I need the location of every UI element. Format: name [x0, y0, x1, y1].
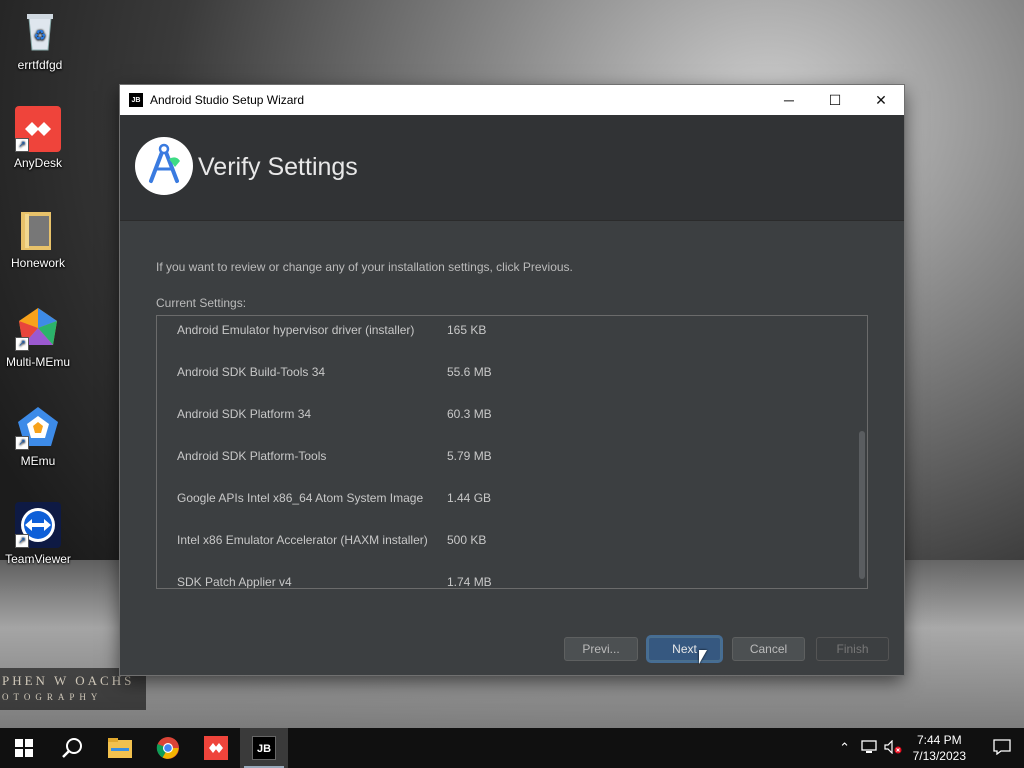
jetbrains-icon: JB — [129, 93, 143, 107]
svg-text:♻: ♻ — [34, 28, 47, 44]
minimize-button[interactable]: ─ — [766, 85, 812, 115]
shortcut-arrow-icon: ↗ — [15, 534, 29, 548]
desktop-icon-label: AnyDesk — [13, 156, 63, 170]
page-title: Verify Settings — [198, 153, 358, 181]
settings-row: Google APIs Intel x86_64 Atom System Ima… — [177, 491, 847, 505]
multi-memu-icon: ↗ — [15, 305, 61, 351]
file-explorer-icon — [108, 738, 132, 758]
desktop-icon-memu[interactable]: ↗ MEmu — [0, 404, 76, 468]
setting-size: 165 KB — [447, 323, 487, 337]
search-icon — [62, 738, 82, 758]
desktop-icon-label: errtfdfgd — [17, 58, 63, 72]
desktop-icon-recycle-bin[interactable]: ♻ errtfdfgd — [2, 8, 78, 72]
desktop-icon-label: Multi-MEmu — [5, 355, 70, 369]
taskbar-file-explorer[interactable] — [96, 728, 144, 768]
setting-name: SDK Patch Applier v4 — [177, 575, 292, 589]
android-studio-logo-icon — [135, 137, 193, 195]
setup-wizard-window: JB Android Studio Setup Wizard ─ ☐ ✕ Ver… — [120, 85, 904, 675]
setting-size: 500 KB — [447, 533, 487, 547]
system-tray: ⌃ 7:44 PM 7/13/2023 — [833, 728, 1024, 768]
shortcut-arrow-icon: ↗ — [15, 337, 29, 351]
wizard-content: If you want to review or change any of y… — [120, 221, 904, 675]
setting-name: Intel x86 Emulator Accelerator (HAXM ins… — [177, 533, 428, 547]
setting-name: Android SDK Platform-Tools — [177, 449, 327, 463]
shortcut-arrow-icon: ↗ — [15, 138, 29, 152]
settings-row: Android SDK Platform-Tools 5.79 MB — [177, 449, 847, 463]
taskbar-clock[interactable]: 7:44 PM 7/13/2023 — [913, 732, 966, 764]
settings-list[interactable]: Android Emulator hypervisor driver (inst… — [156, 315, 868, 589]
chevron-up-icon[interactable]: ⌃ — [833, 740, 857, 756]
desktop-icon-teamviewer[interactable]: ↗ TeamViewer — [0, 502, 76, 566]
finish-button[interactable]: Finish — [816, 637, 889, 661]
setting-name: Google APIs Intel x86_64 Atom System Ima… — [177, 491, 424, 505]
teamviewer-icon: ↗ — [15, 502, 61, 548]
setting-size: 60.3 MB — [447, 407, 492, 421]
settings-row: SDK Patch Applier v4 1.74 MB — [177, 575, 847, 589]
settings-row: Android SDK Build-Tools 34 55.6 MB — [177, 365, 847, 379]
taskbar-jetbrains[interactable]: JB — [240, 728, 288, 768]
search-button[interactable] — [48, 728, 96, 768]
desktop-icon-multi-memu[interactable]: ↗ Multi-MEmu — [0, 305, 76, 369]
desktop-icon-honework[interactable]: Honework — [0, 206, 76, 270]
current-settings-label: Current Settings: — [156, 296, 247, 310]
previous-button[interactable]: Previ... — [564, 637, 638, 661]
anydesk-icon — [204, 736, 228, 760]
notifications-icon[interactable] — [980, 738, 1024, 758]
desktop-icon-label: Honework — [10, 256, 66, 270]
setting-size: 5.79 MB — [447, 449, 492, 463]
watermark-line: OTOGRAPHY — [2, 692, 103, 702]
window-titlebar[interactable]: JB Android Studio Setup Wizard ─ ☐ ✕ — [120, 85, 904, 115]
volume-muted-icon[interactable] — [881, 739, 905, 757]
clock-time: 7:44 PM — [916, 733, 962, 747]
setting-name: Android SDK Platform 34 — [177, 407, 312, 421]
setting-name: Android SDK Build-Tools 34 — [177, 365, 326, 379]
cancel-button[interactable]: Cancel — [732, 637, 805, 661]
setting-size: 1.44 GB — [447, 491, 492, 505]
settings-row: Android SDK Platform 34 60.3 MB — [177, 407, 847, 421]
settings-row: Intel x86 Emulator Accelerator (HAXM ins… — [177, 533, 847, 547]
shortcut-arrow-icon: ↗ — [15, 436, 29, 450]
taskbar-chrome[interactable] — [144, 728, 192, 768]
setting-name: Android Emulator hypervisor driver (inst… — [177, 323, 415, 337]
desktop-icon-label: TeamViewer — [5, 552, 71, 566]
window-title: Android Studio Setup Wizard — [150, 93, 305, 107]
desktop-icon-anydesk[interactable]: ↗ AnyDesk — [0, 106, 76, 170]
network-icon[interactable] — [857, 739, 881, 757]
wizard-header: Verify Settings — [120, 115, 904, 221]
folder-icon — [15, 206, 61, 252]
recycle-bin-icon: ♻ — [17, 8, 63, 54]
start-icon — [15, 739, 33, 757]
taskbar: JB ⌃ 7:44 PM 7/13/2023 — [0, 728, 1024, 768]
start-button[interactable] — [0, 728, 48, 768]
close-button[interactable]: ✕ — [858, 85, 904, 115]
settings-row: Android Emulator hypervisor driver (inst… — [177, 323, 847, 337]
maximize-button[interactable]: ☐ — [812, 85, 858, 115]
desktop-icon-label: MEmu — [20, 454, 56, 468]
setting-size: 55.6 MB — [447, 365, 492, 379]
taskbar-anydesk[interactable] — [192, 728, 240, 768]
next-button[interactable]: Next — [648, 637, 721, 661]
intro-text: If you want to review or change any of y… — [156, 260, 573, 274]
clock-date: 7/13/2023 — [912, 749, 966, 763]
mouse-cursor-icon — [699, 650, 707, 664]
anydesk-icon: ↗ — [15, 106, 61, 152]
setting-size: 1.74 MB — [447, 575, 492, 589]
jetbrains-icon: JB — [252, 736, 276, 760]
chrome-icon — [156, 737, 179, 759]
memu-icon: ↗ — [15, 404, 61, 450]
list-scrollbar[interactable] — [859, 431, 865, 579]
